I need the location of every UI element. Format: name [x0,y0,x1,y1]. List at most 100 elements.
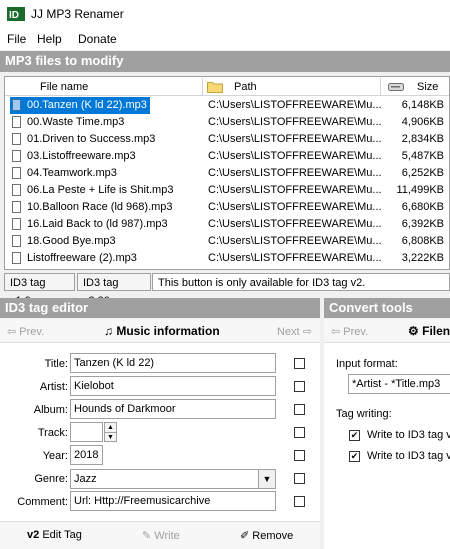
stepper-up-icon[interactable]: ▲ [105,423,116,433]
editor-title: ♫ Music information [104,324,220,338]
v2-icon: v2 [27,529,40,541]
column-header-path[interactable]: Path [203,78,381,96]
music-note-icon: ♫ [104,324,113,338]
id3-v2-button[interactable]: ID3 tag v2.30 [77,273,151,307]
table-row[interactable]: 06.La Peste + Life is Shit.mp3 C:\Users\… [5,182,449,199]
file-name: 10.Balloon Race (ld 968).mp3 [27,201,173,213]
track-field[interactable] [70,422,103,442]
file-size: 3,222KB [401,252,444,264]
status-message: This button is only available for ID3 ta… [152,273,450,291]
file-size: 6,808KB [401,235,444,247]
table-row[interactable]: 18.Good Bye.mp3 C:\Users\LISTOFFREEWARE\… [5,233,449,250]
track-stepper[interactable]: ▲ ▼ [104,422,117,442]
drive-icon [388,83,404,91]
file-size: 6,680KB [401,201,444,213]
convert-title: ⚙ Filen [408,324,450,338]
editor-title-label: Music information [116,324,220,338]
table-row[interactable]: 03.Listoffreeware.mp3 C:\Users\LISTOFFRE… [5,148,449,165]
editor-section-header: ID3 tag editor [0,298,320,318]
file-icon [12,167,21,179]
pencil-icon: ✎ [142,530,152,542]
tag-writing-label: Tag writing: [336,408,392,420]
write-v2-checkbox[interactable]: ✔ [349,451,360,462]
file-path: C:\Users\LISTOFFREEWARE\Mu... [208,184,382,196]
artist-label: Artist: [39,381,68,393]
column-label: Size [417,81,439,93]
table-row[interactable]: 10.Balloon Race (ld 968).mp3 C:\Users\LI… [5,199,449,216]
arrow-left-icon: ⇦ [331,326,341,338]
file-name: 04.Teamwork.mp3 [27,167,117,179]
window-title: JJ MP3 Renamer [31,7,124,21]
genre-checkbox[interactable] [294,473,305,484]
album-field[interactable]: Hounds of Darkmoor [70,399,276,419]
edit-tag-button[interactable]: v2 Edit Tag [27,529,82,541]
album-label: Album: [33,404,68,416]
file-path: C:\Users\LISTOFFREEWARE\Mu... [208,218,382,230]
table-row[interactable]: Listoffreeware (2).mp3 C:\Users\LISTOFFR… [5,250,449,267]
year-field[interactable]: 2018 [70,445,103,465]
file-path: C:\Users\LISTOFFREEWARE\Mu... [208,167,382,179]
arrow-left-icon: ⇦ [7,326,17,338]
file-path: C:\Users\LISTOFFREEWARE\Mu... [208,252,382,264]
write-button[interactable]: ✎ Write [142,529,180,542]
app-icon: ID [7,7,25,21]
write-v2-label: Write to ID3 tag v [367,450,450,462]
convert-section-header: Convert tools [324,298,450,318]
title-checkbox[interactable] [294,358,305,369]
edit-tag-label: Edit Tag [42,529,82,541]
comment-checkbox[interactable] [294,496,305,507]
column-header-filename[interactable]: File name [5,78,203,96]
remove-label: Remove [252,530,294,542]
title-field[interactable]: Tanzen (K ld 22) [70,353,276,373]
comment-field[interactable]: Url: Http://Freemusicarchive [70,491,276,511]
prev-label: Prev. [19,326,45,338]
input-format-label: Input format: [336,358,398,370]
file-size: 6,252KB [401,167,444,179]
table-row[interactable]: 00.Tanzen (K ld 22).mp3 C:\Users\LISTOFF… [5,97,449,114]
editor-prev-button[interactable]: ⇦ Prev. [7,325,44,338]
year-checkbox[interactable] [294,450,305,461]
menu-donate[interactable]: Donate [78,32,117,46]
column-header-size[interactable]: Size [381,78,449,96]
table-row[interactable]: 04.Teamwork.mp3 C:\Users\LISTOFFREEWARE\… [5,165,449,182]
prev-label: Prev. [343,326,369,338]
album-checkbox[interactable] [294,404,305,415]
id3-v1-button[interactable]: ID3 tag v1.0 [4,273,75,307]
files-section-header: MP3 files to modify [0,51,450,72]
remove-button[interactable]: ✐ Remove [240,529,293,542]
file-icon [12,235,21,247]
chevron-down-icon[interactable]: ▼ [258,470,275,488]
genre-select[interactable]: Jazz ▼ [70,469,276,489]
eraser-icon: ✐ [240,530,250,542]
table-row[interactable]: 00.Waste Time.mp3 C:\Users\LISTOFFREEWAR… [5,114,449,131]
write-v1-label: Write to ID3 tag v [367,429,450,441]
menu-file[interactable]: File [7,32,26,46]
title-label: Title: [44,358,68,370]
write-v1-checkbox[interactable]: ✔ [349,430,360,441]
arrow-right-icon: ⇨ [302,326,312,338]
menu-help[interactable]: Help [37,32,62,46]
file-name: 01.Driven to Success.mp3 [27,133,156,145]
file-name: 18.Good Bye.mp3 [27,235,116,247]
convert-prev-button[interactable]: ⇦ Prev. [331,325,368,338]
svg-text:ID: ID [9,10,19,21]
convert-title-label: Filen [422,324,450,338]
editor-next-button[interactable]: Next ⇨ [277,325,312,338]
table-row[interactable]: 01.Driven to Success.mp3 C:\Users\LISTOF… [5,131,449,148]
file-name: 16.Laid Back to (ld 987).mp3 [27,218,168,230]
column-label: File name [40,81,89,93]
file-path: C:\Users\LISTOFFREEWARE\Mu... [208,133,382,145]
track-checkbox[interactable] [294,427,305,438]
next-label: Next [277,326,300,338]
input-format-field[interactable]: *Artist - *Title.mp3 [348,374,450,394]
year-label: Year: [42,450,68,462]
file-icon [12,252,21,264]
check-icon: ✔ [350,430,359,440]
column-label: Path [234,81,257,93]
artist-field[interactable]: Kielobot [70,376,276,396]
table-row[interactable]: 16.Laid Back to (ld 987).mp3 C:\Users\LI… [5,216,449,233]
artist-checkbox[interactable] [294,381,305,392]
file-size: 11,499KB [396,184,444,196]
stepper-down-icon[interactable]: ▼ [105,433,116,442]
check-icon: ✔ [350,451,359,461]
